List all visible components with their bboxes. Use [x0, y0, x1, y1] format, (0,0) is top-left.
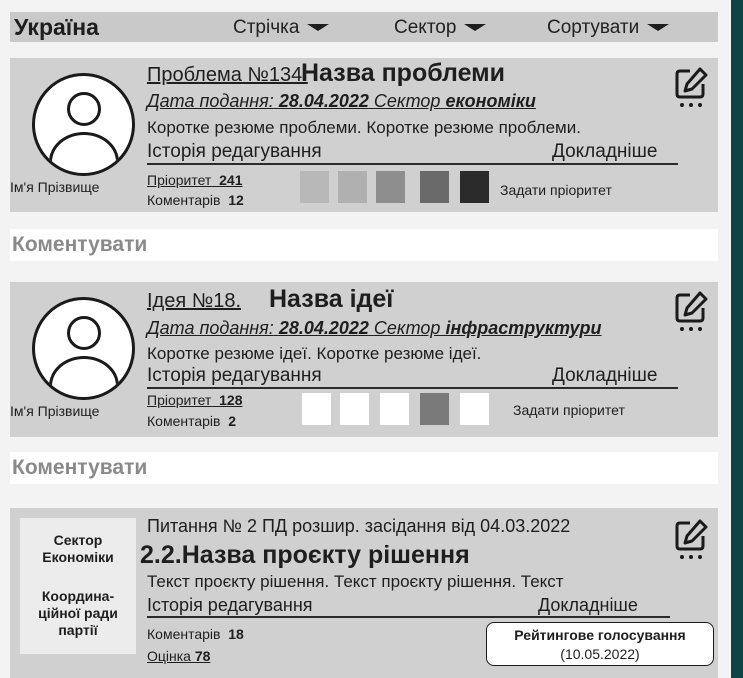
decision-text: Текст проєкту рішення. Текст проєкту ріш…	[147, 572, 564, 591]
header-bar: Україна Стрічка Сектор Сортувати	[10, 12, 718, 42]
sector-dropdown-label: Сектор	[394, 17, 457, 38]
comment-input[interactable]: Коментувати	[10, 229, 718, 261]
rating-vote-button[interactable]: Рейтингове голосування (10.05.2022)	[486, 622, 714, 666]
problem-number[interactable]: Проблема №134.	[147, 64, 308, 87]
history-link[interactable]: Історія редагування	[147, 595, 313, 616]
chevron-down-icon	[307, 24, 330, 32]
meeting-info: Питання № 2 ПД розшир. засідання від 04.…	[147, 516, 571, 536]
author-name: Ім'я Прізвище	[10, 403, 100, 419]
idea-title: Назва ідеї	[269, 285, 394, 313]
idea-summary: Коротке резюме ідеї. Коротке резюме ідеї…	[147, 344, 482, 363]
priority-level-4[interactable]	[420, 171, 449, 203]
comment-placeholder: Коментувати	[12, 456, 148, 479]
comment-placeholder: Коментувати	[12, 233, 148, 256]
comments-count: Коментарів 18	[147, 626, 244, 642]
vote-button-label: Рейтингове голосування	[514, 627, 686, 643]
idea-card: Ідея №18. Назва ідеї Дата подання: 28.04…	[10, 282, 718, 437]
priority-level-2[interactable]	[338, 171, 367, 203]
priority-level-4[interactable]	[420, 393, 449, 425]
council-line: ційної ради	[38, 605, 118, 621]
divider	[147, 387, 678, 389]
priority-level-5[interactable]	[460, 171, 489, 203]
details-link[interactable]: Докладніше	[552, 365, 657, 387]
set-priority-label[interactable]: Задати пріоритет	[500, 182, 612, 198]
comments-count: Коментарів 2	[147, 413, 237, 429]
avatar[interactable]	[32, 73, 135, 176]
idea-number[interactable]: Ідея №18.	[147, 290, 241, 313]
feed-dropdown-label: Стрічка	[233, 17, 300, 38]
details-link[interactable]: Докладніше	[552, 141, 657, 163]
region-title: Україна	[14, 14, 99, 40]
priority-count: Пріоритет 128	[147, 392, 243, 408]
priority-level-5[interactable]	[460, 393, 489, 425]
sort-dropdown[interactable]: Сортувати	[547, 17, 670, 39]
divider	[147, 163, 678, 165]
submission-date: Дата подання: 28.04.2022 Сектор інфрастр…	[147, 318, 602, 338]
edit-icon[interactable]	[674, 290, 710, 332]
priority-count: Пріоритет 241	[147, 172, 243, 188]
problem-summary: Коротке резюме проблеми. Коротке резюме …	[147, 118, 581, 137]
edit-icon[interactable]	[674, 66, 710, 108]
decision-title: 2.2.Назва проєкту рішення	[140, 541, 470, 569]
priority-level-3[interactable]	[380, 393, 409, 425]
divider	[147, 616, 670, 618]
priority-level-1[interactable]	[302, 393, 331, 425]
sector-badge: Сектор Економіки Координа- ційної ради п…	[20, 518, 136, 654]
comment-input[interactable]: Коментувати	[10, 452, 718, 484]
priority-level-3[interactable]	[376, 171, 405, 203]
council-line: партії	[58, 622, 98, 638]
history-link[interactable]: Історія редагування	[147, 365, 322, 387]
chevron-down-icon	[647, 24, 670, 32]
details-link[interactable]: Докладніше	[538, 595, 638, 616]
comments-count: Коментарів 12	[147, 192, 244, 208]
problem-card: Проблема №134. Назва проблеми Дата подан…	[10, 58, 718, 212]
sector-dropdown[interactable]: Сектор	[394, 17, 487, 39]
feed-dropdown[interactable]: Стрічка	[233, 17, 330, 39]
council-line: Координа-	[41, 588, 115, 604]
page-frame: Україна Стрічка Сектор Сортувати Проблем…	[0, 0, 731, 678]
sector-line: Економіки	[42, 549, 114, 565]
submission-date: Дата подання: 28.04.2022 Сектор економік…	[147, 91, 536, 111]
avatar[interactable]	[32, 297, 135, 400]
vote-date: (10.05.2022)	[560, 646, 640, 662]
problem-title: Назва проблеми	[301, 59, 506, 87]
author-name: Ім'я Прізвище	[10, 179, 100, 195]
chevron-down-icon	[464, 24, 487, 32]
sort-dropdown-label: Сортувати	[547, 17, 640, 38]
priority-level-1[interactable]	[300, 171, 329, 203]
priority-level-2[interactable]	[340, 393, 369, 425]
edit-icon[interactable]	[674, 518, 710, 560]
rating-score: Оцінка 78	[147, 648, 211, 664]
decision-card: Сектор Економіки Координа- ційної ради п…	[10, 508, 718, 678]
history-link[interactable]: Історія редагування	[147, 141, 322, 163]
set-priority-label[interactable]: Задати пріоритет	[513, 402, 625, 418]
sector-line: Сектор	[53, 532, 103, 548]
